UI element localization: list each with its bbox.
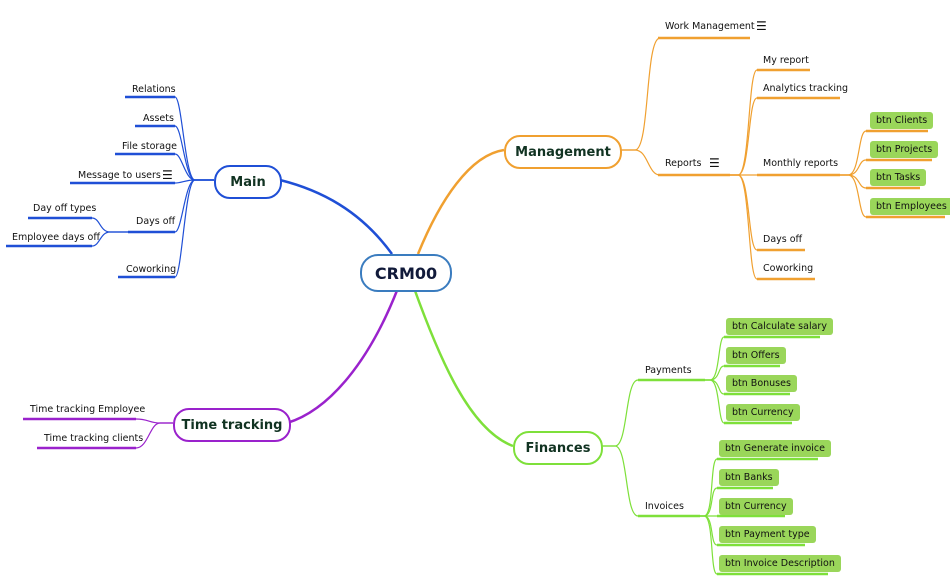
- link-monthly-projects: [840, 159, 867, 176]
- btn-invoice-description[interactable]: btn Invoice Description: [719, 555, 841, 572]
- topic-main[interactable]: Main: [214, 165, 282, 199]
- link-mgmt-reports: [618, 149, 661, 176]
- link-main-file-storage: [174, 153, 214, 181]
- btn-employees[interactable]: btn Employees: [870, 198, 950, 215]
- link-invoices-generate-invoice: [700, 458, 718, 517]
- subtopic-invoices[interactable]: Invoices: [645, 501, 684, 512]
- central-topic[interactable]: CRM00: [360, 254, 452, 292]
- subtopic-time-tracking-employee[interactable]: Time tracking Employee: [30, 404, 145, 415]
- subtopic-relations[interactable]: Relations: [132, 84, 176, 95]
- link-root-main: [279, 178, 394, 255]
- notes-icon[interactable]: ☰: [756, 20, 767, 32]
- btn-generate-invoice[interactable]: btn Generate invoice: [719, 440, 831, 457]
- topic-finances[interactable]: Finances: [513, 431, 603, 465]
- link-main-coworking: [174, 179, 214, 278]
- link-main-days-off: [174, 179, 214, 233]
- subtopic-coworking[interactable]: Coworking: [126, 264, 176, 275]
- link-monthly-employees: [840, 174, 867, 218]
- subtopic-monthly-reports[interactable]: Monthly reports: [763, 158, 838, 169]
- link-mgmt-work: [618, 37, 661, 151]
- link-payments-offers: [705, 365, 725, 381]
- notes-icon[interactable]: ☰: [162, 169, 173, 181]
- subtopic-days-off[interactable]: Days off: [136, 216, 175, 227]
- subtopic-days-off-report[interactable]: Days off: [763, 234, 802, 245]
- subtopic-coworking-report[interactable]: Coworking: [763, 263, 813, 274]
- subtopic-message-to-users[interactable]: Message to users: [78, 170, 161, 181]
- btn-tasks[interactable]: btn Tasks: [870, 169, 927, 186]
- btn-calculate-salary[interactable]: btn Calculate salary: [726, 318, 833, 335]
- link-main-assets: [174, 125, 214, 181]
- btn-currency-payments[interactable]: btn Currency: [726, 404, 800, 421]
- link-payments-bonuses: [705, 379, 725, 395]
- link-invoices-invoice-description: [700, 515, 718, 575]
- topic-time-tracking[interactable]: Time tracking: [173, 408, 291, 442]
- btn-payment-type[interactable]: btn Payment type: [719, 526, 816, 543]
- subtopic-payments[interactable]: Payments: [645, 365, 692, 376]
- btn-clients[interactable]: btn Clients: [870, 112, 934, 129]
- link-fin-invoices: [599, 445, 639, 517]
- topic-management[interactable]: Management: [504, 135, 622, 169]
- subtopic-day-off-types[interactable]: Day off types: [33, 203, 96, 214]
- subtopic-work-management[interactable]: Work Management: [665, 21, 755, 32]
- btn-projects[interactable]: btn Projects: [870, 141, 939, 158]
- subtopic-reports[interactable]: Reports: [665, 158, 701, 169]
- link-fin-payments: [599, 379, 639, 447]
- link-root-finances: [412, 287, 514, 448]
- btn-bonuses[interactable]: btn Bonuses: [726, 375, 797, 392]
- subtopic-time-tracking-clients[interactable]: Time tracking clients: [44, 433, 143, 444]
- subtopic-analytics-tracking[interactable]: Analytics tracking: [763, 83, 848, 94]
- subtopic-file-storage[interactable]: File storage: [122, 141, 177, 152]
- link-reports-my-report: [730, 69, 758, 176]
- subtopic-my-report[interactable]: My report: [763, 55, 809, 66]
- btn-offers[interactable]: btn Offers: [726, 347, 786, 364]
- link-monthly-tasks: [840, 174, 867, 189]
- link-payments-calculate-salary: [705, 336, 725, 381]
- link-reports-coworking-report: [730, 174, 758, 280]
- link-monthly-clients: [840, 130, 867, 176]
- link-root-management: [416, 148, 505, 255]
- notes-icon[interactable]: ☰: [709, 157, 720, 169]
- subtopic-assets[interactable]: Assets: [143, 113, 174, 124]
- btn-currency-invoices[interactable]: btn Currency: [719, 498, 793, 515]
- link-days-off-types: [91, 217, 128, 233]
- link-root-time-tracking: [286, 287, 400, 425]
- link-payments-currency-payments: [705, 379, 725, 424]
- subtopic-employee-days-off[interactable]: Employee days off: [12, 232, 100, 243]
- btn-banks[interactable]: btn Banks: [719, 469, 779, 486]
